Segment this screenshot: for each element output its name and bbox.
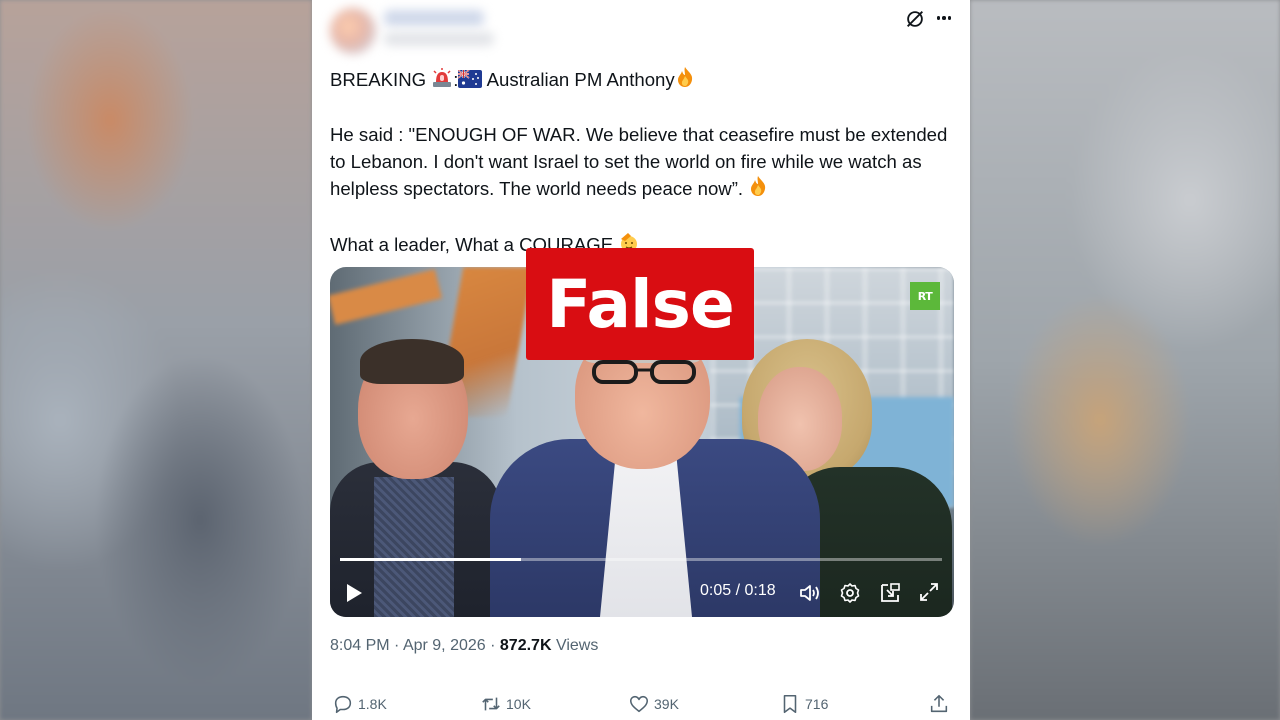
tweet-date[interactable]: Apr 9, 2026 <box>403 637 486 654</box>
repost-button[interactable]: 10K <box>480 693 531 715</box>
blurred-display-name <box>384 10 484 26</box>
breaking-label: BREAKING <box>330 69 427 90</box>
video-person-left-hair <box>360 339 464 384</box>
tweet-card: BREAKING : Australian PM Anthony He said… <box>312 0 970 720</box>
meta-separator: · <box>394 637 400 654</box>
blurred-background-left <box>0 0 312 720</box>
meta-separator-2: · <box>490 637 496 654</box>
video-person-center-glasses <box>592 360 696 384</box>
share-button[interactable] <box>928 693 950 715</box>
avatar[interactable] <box>330 8 376 54</box>
fire-emoji-2 <box>748 175 768 205</box>
like-count: 39K <box>654 696 679 712</box>
tweet-time[interactable]: 8:04 PM <box>330 637 390 654</box>
picture-in-picture-icon[interactable] <box>878 581 902 605</box>
reply-count: 1.8K <box>358 696 387 712</box>
views-label: Views <box>555 637 599 654</box>
volume-icon[interactable] <box>798 581 822 605</box>
reply-button[interactable]: 1.8K <box>332 693 387 715</box>
video-time-display: 0:05 / 0:18 <box>700 582 776 599</box>
breaking-headline: Australian PM Anthony <box>486 69 675 90</box>
bookmark-count: 716 <box>805 696 829 712</box>
repost-count: 10K <box>506 696 531 712</box>
video-progress-bar[interactable] <box>340 558 942 561</box>
false-verdict-badge: False <box>526 248 754 360</box>
tweet-meta: 8:04 PM · Apr 9, 2026 · 872.7K Views <box>330 637 598 655</box>
views-count: 872.7K <box>499 637 552 654</box>
settings-gear-icon[interactable] <box>838 581 862 605</box>
blurred-background-right <box>970 0 1280 720</box>
video-person-left-shirt <box>374 477 454 617</box>
share-icon <box>930 694 948 713</box>
rt-channel-logo: RT <box>910 282 940 310</box>
video-background-crane-arm <box>330 269 442 325</box>
quote-text: He said : "ENOUGH OF WAR. We believe tha… <box>330 124 948 199</box>
play-icon[interactable] <box>344 582 364 604</box>
grok-icon[interactable] <box>904 8 926 30</box>
bookmark-button[interactable]: 716 <box>779 693 828 715</box>
reply-icon <box>334 695 352 714</box>
siren-emoji <box>431 68 453 96</box>
like-button[interactable]: 39K <box>628 693 679 715</box>
bookmark-icon <box>783 694 797 714</box>
video-progress-fill <box>340 558 521 561</box>
blurred-handle <box>384 32 494 46</box>
repost-icon <box>482 697 500 711</box>
more-options-icon[interactable] <box>932 6 956 30</box>
tweet-actions: 1.8K 10K 39K 716 <box>330 693 950 720</box>
australia-flag-emoji <box>457 69 483 96</box>
fire-emoji <box>675 66 695 96</box>
tweet-text: BREAKING : Australian PM Anthony He said… <box>330 66 960 261</box>
heart-icon <box>629 695 649 713</box>
fullscreen-icon[interactable] <box>918 581 940 603</box>
